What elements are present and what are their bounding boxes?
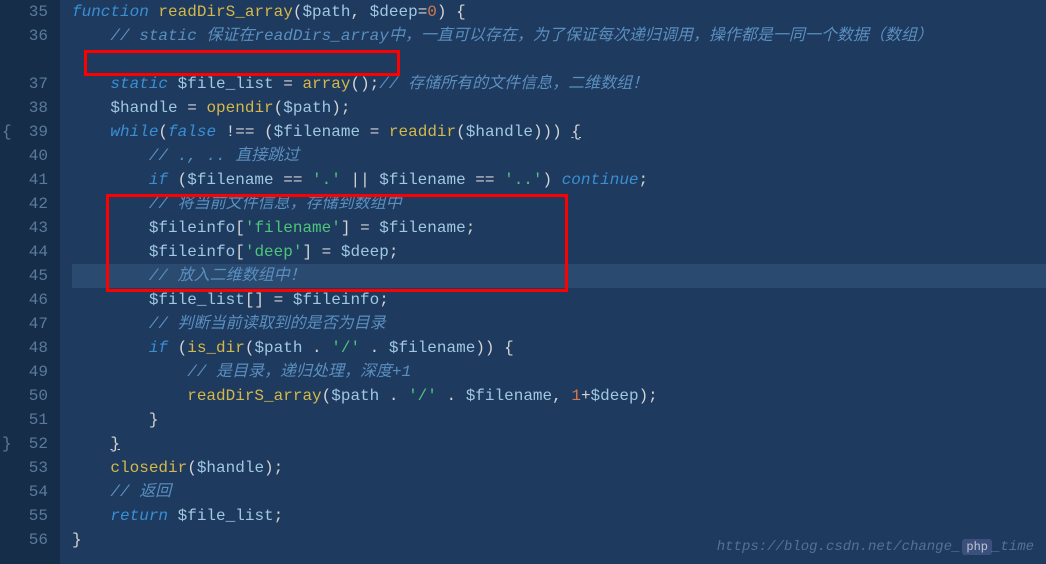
line-number: 44: [0, 240, 48, 264]
code-line: return $file_list;: [72, 504, 1046, 528]
code-line: $handle = opendir($path);: [72, 96, 1046, 120]
code-line: // 返回: [72, 480, 1046, 504]
line-number: 53: [0, 456, 48, 480]
code-line: // ., .. 直接跳过: [72, 144, 1046, 168]
code-line: while(false !== ($filename = readdir($ha…: [72, 120, 1046, 144]
code-line: closedir($handle);: [72, 456, 1046, 480]
code-line: // 判断当前读取到的是否为目录: [72, 312, 1046, 336]
fold-brace-icon: }: [2, 432, 12, 456]
code-line: // static 保证在readDirs_array中，一直可以存在，为了保证…: [72, 24, 1046, 48]
line-number: {39: [0, 120, 48, 144]
code-line-active: // 放入二维数组中！: [72, 264, 1046, 288]
code-line: readDirS_array($path . '/' . $filename, …: [72, 384, 1046, 408]
code-line: $fileinfo['deep'] = $deep;: [72, 240, 1046, 264]
code-line: }: [72, 432, 1046, 456]
code-line: static $file_list = array();// 存储所有的文件信息…: [72, 72, 1046, 96]
line-number: 35: [0, 0, 48, 24]
code-line: $fileinfo['filename'] = $filename;: [72, 216, 1046, 240]
line-number: 38: [0, 96, 48, 120]
line-number: 40: [0, 144, 48, 168]
watermark: https://blog.csdn.net/change_php_time: [717, 537, 1034, 558]
line-number: 43: [0, 216, 48, 240]
line-number: 55: [0, 504, 48, 528]
code-line-wrap: [72, 48, 1046, 72]
line-number: 56: [0, 528, 48, 552]
line-number: [0, 48, 48, 72]
line-number: 47: [0, 312, 48, 336]
code-editor: 35 36 37 38 {39 40 41 42 43 44 45 46 47 …: [0, 0, 1046, 564]
code-line: $file_list[] = $fileinfo;: [72, 288, 1046, 312]
php-badge-icon: php: [962, 539, 992, 555]
line-number: 42: [0, 192, 48, 216]
code-area[interactable]: function readDirS_array($path, $deep=0) …: [60, 0, 1046, 564]
code-line: // 是目录，递归处理，深度+1: [72, 360, 1046, 384]
line-number: 50: [0, 384, 48, 408]
line-number: 51: [0, 408, 48, 432]
line-number: }52: [0, 432, 48, 456]
code-line: if ($filename == '.' || $filename == '..…: [72, 168, 1046, 192]
code-line: // 将当前文件信息，存储到数组中: [72, 192, 1046, 216]
line-number: 45: [0, 264, 48, 288]
line-number: 41: [0, 168, 48, 192]
code-line: if (is_dir($path . '/' . $filename)) {: [72, 336, 1046, 360]
line-number: 37: [0, 72, 48, 96]
code-line: }: [72, 408, 1046, 432]
line-number: 49: [0, 360, 48, 384]
line-number: 54: [0, 480, 48, 504]
fold-brace-icon: {: [2, 120, 12, 144]
line-number: 48: [0, 336, 48, 360]
line-number-gutter: 35 36 37 38 {39 40 41 42 43 44 45 46 47 …: [0, 0, 60, 564]
line-number: 46: [0, 288, 48, 312]
line-number: 36: [0, 24, 48, 48]
code-line: function readDirS_array($path, $deep=0) …: [72, 0, 1046, 24]
